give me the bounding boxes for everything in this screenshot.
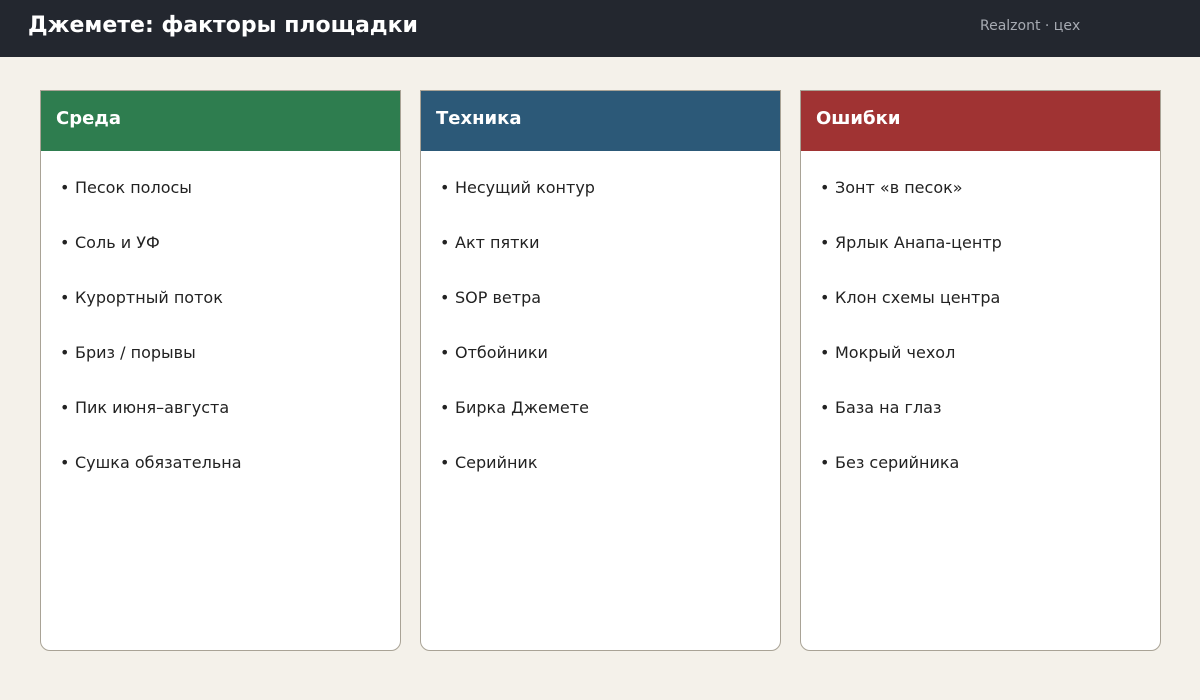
list-item-label: Соль и УФ (75, 233, 160, 252)
list-item-label: Зонт «в песок» (835, 178, 963, 197)
list-item: • SOP ветра (440, 288, 595, 343)
list-item: • Без серийника (820, 453, 1002, 508)
list-item-label: Несущий контур (455, 178, 595, 197)
bullet-icon: • (60, 288, 70, 307)
list-item-label: Пик июня–августа (75, 398, 230, 417)
list-item: • Ярлык Анапа-центр (820, 233, 1002, 288)
list-item: • Соль и УФ (60, 233, 242, 288)
list-item-label: Бриз / порывы (75, 343, 196, 362)
list-item-label: Отбойники (455, 343, 548, 362)
header-meta: Realzont · цех (980, 18, 1081, 34)
page-title: Джемете: факторы площадки (28, 13, 418, 38)
card-technique: Техника • Несущий контур • Акт пятки • SOP … (420, 90, 781, 651)
list-item-label: Мокрый чехол (835, 343, 956, 362)
list-item-label: SOP ветра (455, 288, 542, 307)
bullet-icon: • (60, 453, 70, 472)
bullet-icon: • (820, 453, 830, 472)
list-item-label: Клон схемы центра (835, 288, 1001, 307)
bullet-icon: • (60, 233, 70, 252)
list-item: • Сушка обязательна (60, 453, 242, 508)
list-item: • Курортный поток (60, 288, 242, 343)
card-environment-title: Среда (56, 108, 121, 129)
list-item: • Акт пятки (440, 233, 595, 288)
list-item: • Пик июня–августа (60, 398, 242, 453)
list-item-label: База на глаз (835, 398, 942, 417)
list-item-label: Курортный поток (75, 288, 223, 307)
list-item: • Отбойники (440, 343, 595, 398)
card-errors-title: Ошибки (816, 108, 901, 129)
app-header: Джемете: факторы площадки Realzont · цех (0, 0, 1200, 57)
bullet-icon: • (440, 398, 450, 417)
bullet-icon: • (820, 343, 830, 362)
card-errors-list: • Зонт «в песок» • Ярлык Анапа-центр • Клон… (820, 178, 1002, 508)
list-item: • Несущий контур (440, 178, 595, 233)
card-errors: Ошибки • Зонт «в песок» • Ярлык Анапа-цент… (800, 90, 1161, 651)
list-item: • База на глаз (820, 398, 1002, 453)
card-errors-header: Ошибки (801, 91, 1160, 151)
bullet-icon: • (820, 398, 830, 417)
list-item: • Бирка Джемете (440, 398, 595, 453)
card-technique-list: • Несущий контур • Акт пятки • SOP ветра • О… (440, 178, 595, 508)
card-environment-header: Среда (41, 91, 400, 151)
bullet-icon: • (60, 343, 70, 362)
bullet-icon: • (60, 398, 70, 417)
list-item-label: Бирка Джемете (455, 398, 589, 417)
bullet-icon: • (440, 453, 450, 472)
bullet-icon: • (440, 178, 450, 197)
list-item: • Бриз / порывы (60, 343, 242, 398)
bullet-icon: • (440, 288, 450, 307)
list-item: • Зонт «в песок» (820, 178, 1002, 233)
card-technique-header: Техника (421, 91, 780, 151)
bullet-icon: • (440, 343, 450, 362)
list-item-label: Ярлык Анапа-центр (835, 233, 1002, 252)
bullet-icon: • (60, 178, 70, 197)
list-item-label: Песок полосы (75, 178, 192, 197)
list-item-label: Акт пятки (455, 233, 540, 252)
list-item: • Мокрый чехол (820, 343, 1002, 398)
card-technique-title: Техника (436, 108, 522, 129)
list-item: • Песок полосы (60, 178, 242, 233)
bullet-icon: • (820, 233, 830, 252)
bullet-icon: • (820, 288, 830, 307)
list-item: • Серийник (440, 453, 595, 508)
bullet-icon: • (440, 233, 450, 252)
list-item-label: Серийник (455, 453, 538, 472)
card-environment: Среда • Песок полосы • Соль и УФ • Курортны… (40, 90, 401, 651)
bullet-icon: • (820, 178, 830, 197)
list-item-label: Сушка обязательна (75, 453, 242, 472)
list-item: • Клон схемы центра (820, 288, 1002, 343)
card-environment-list: • Песок полосы • Соль и УФ • Курортный пото… (60, 178, 242, 508)
list-item-label: Без серийника (835, 453, 960, 472)
